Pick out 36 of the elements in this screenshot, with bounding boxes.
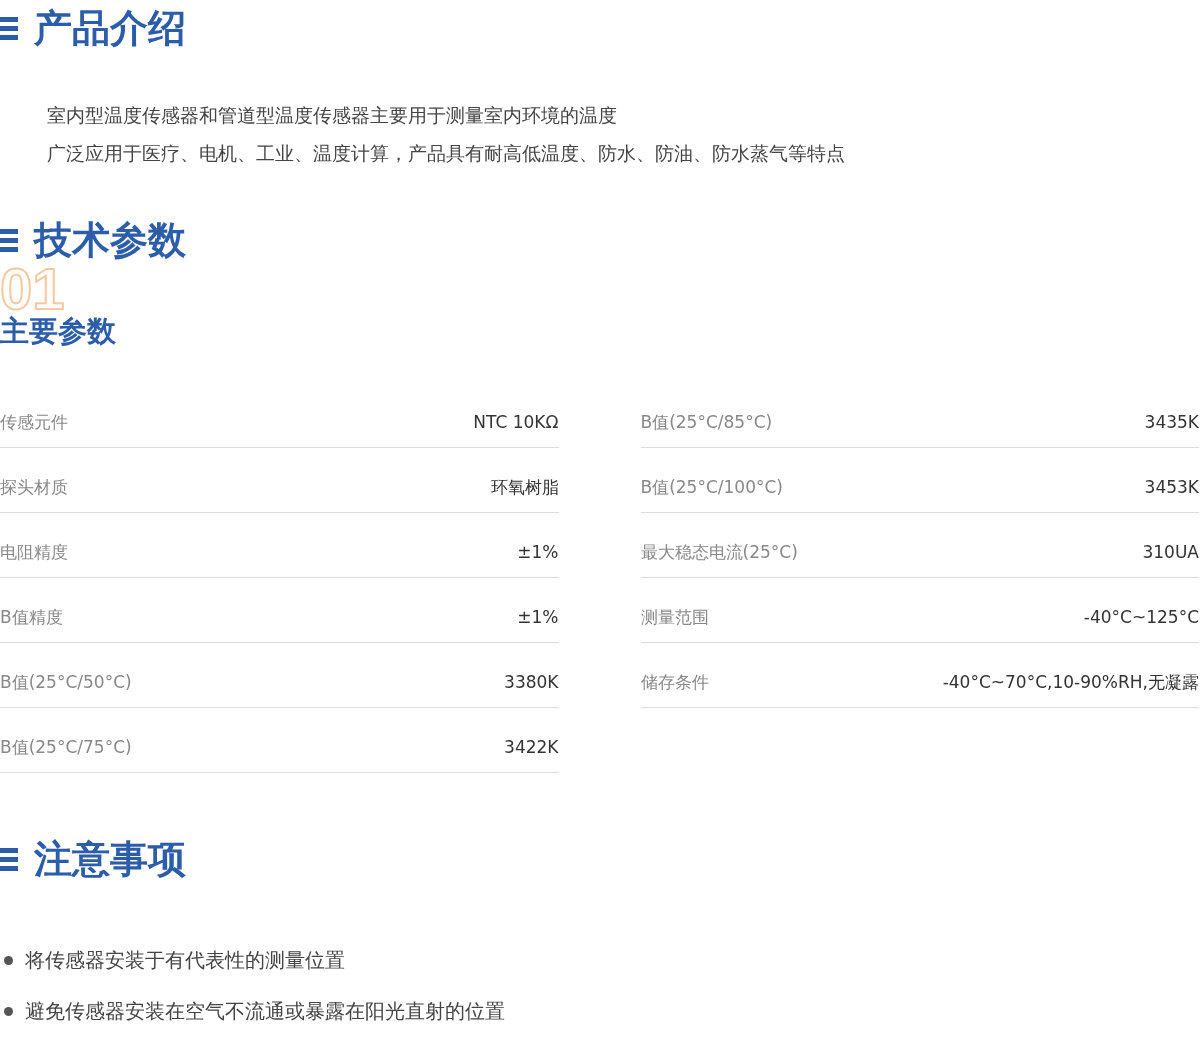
note-text: 将传感器安装于有代表性的测量位置 — [25, 947, 345, 974]
spec-label: 储存条件 — [640, 670, 709, 694]
intro-text: 室内型温度传感器和管道型温度传感器主要用于测量室内环境的温度 — [47, 103, 618, 128]
spec-value: -40°C~125°C — [1083, 607, 1199, 627]
spec-value: ±1% — [517, 542, 559, 562]
section-number: 01 — [0, 264, 65, 314]
bullet-icon — [4, 956, 13, 965]
list-icon — [0, 847, 18, 871]
spec-value: 环氧树脂 — [490, 475, 559, 499]
spec-label: 电阻精度 — [0, 540, 68, 564]
spec-label: 探头材质 — [0, 475, 68, 499]
spec-label: B值(25°C/85°C) — [640, 410, 773, 434]
spec-value: 3453K — [1144, 477, 1199, 497]
note-text: 避免传感器安装在空气不流通或暴露在阳光直射的位置 — [25, 998, 505, 1025]
spec-value: 3435K — [1144, 412, 1199, 432]
list-icon — [0, 16, 18, 40]
spec-label: B值精度 — [0, 605, 63, 629]
spec-label: B值(25°C/75°C) — [0, 735, 132, 759]
spec-value: NTC 10KΩ — [473, 412, 559, 432]
spec-label: B值(25°C/100°C) — [640, 475, 783, 499]
spec-label: 最大稳态电流(25°C) — [640, 540, 798, 564]
spec-label: 传感元件 — [0, 410, 68, 434]
spec-value: ±1% — [517, 607, 559, 627]
section-heading: 注意事项 — [34, 836, 186, 883]
spec-value: -40°C~70°C,10-90%RH,无凝露 — [942, 670, 1199, 694]
spec-value: 310UA — [1142, 542, 1199, 562]
spec-label: 测量范围 — [640, 605, 709, 629]
spec-label: B值(25°C/50°C) — [0, 670, 132, 694]
subsection-heading: 主要参数 — [0, 314, 116, 348]
intro-text: 广泛应用于医疗、电机、工业、温度计算，产品具有耐高低温度、防水、防油、防水蒸气等特点 — [47, 141, 846, 166]
spec-value: 3422K — [504, 737, 559, 757]
section-heading: 产品介绍 — [34, 5, 186, 52]
bullet-icon — [4, 1007, 13, 1016]
spec-value: 3380K — [504, 672, 559, 692]
list-icon — [0, 228, 18, 252]
section-heading: 技术参数 — [34, 217, 186, 264]
